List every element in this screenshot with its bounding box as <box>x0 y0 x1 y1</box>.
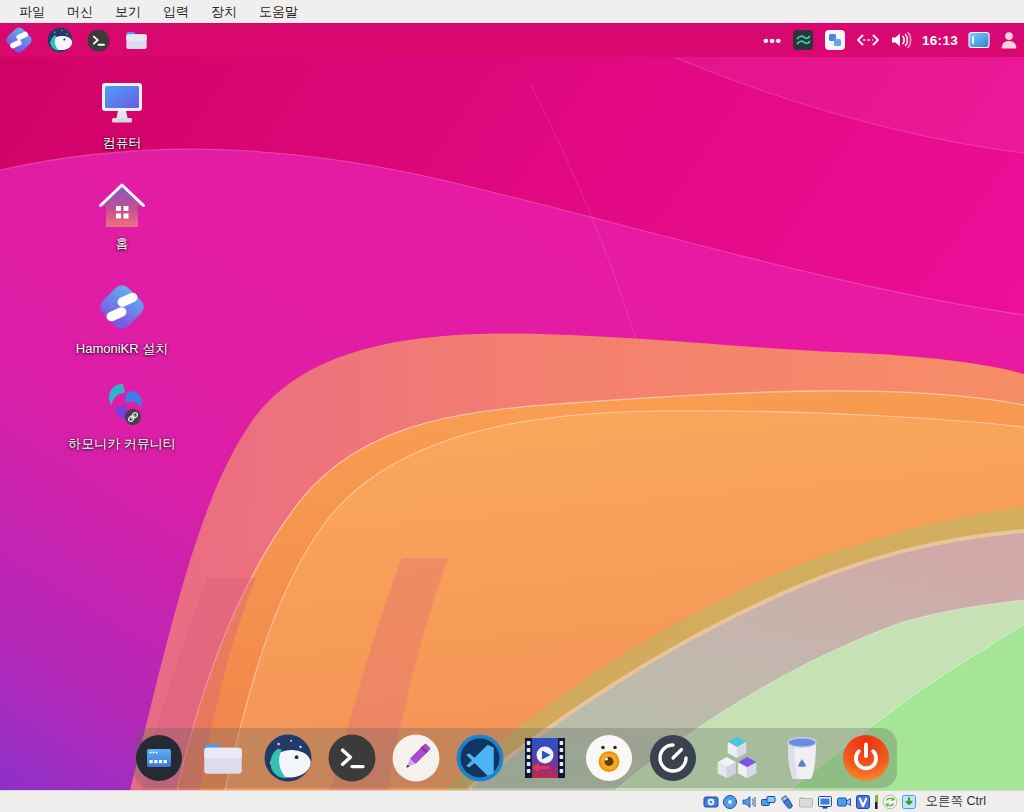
hamonikr-menu-button[interactable] <box>4 25 34 55</box>
status-shared-folders-icon[interactable] <box>798 794 814 810</box>
status-recording-icon[interactable] <box>836 794 852 810</box>
dock-power[interactable] <box>841 730 891 786</box>
desktop-icon-label: 하모니카 커뮤니티 <box>62 435 182 453</box>
status-keyboard-capture-icon[interactable] <box>901 794 917 810</box>
menu-devices[interactable]: 장치 <box>200 0 248 23</box>
terminal-launcher[interactable] <box>86 28 111 53</box>
dock-vscode[interactable] <box>455 730 505 786</box>
dock-app-menu[interactable] <box>134 730 184 786</box>
status-indicator-separator <box>874 794 879 810</box>
top-panel: ••• <box>0 23 1024 57</box>
dock-files[interactable] <box>198 730 248 786</box>
desktop-icon-community[interactable]: 하모니카 커뮤니티 <box>62 380 182 453</box>
hancom-office-icon[interactable] <box>824 29 846 51</box>
status-audio-icon[interactable] <box>741 794 757 810</box>
vm-desktop: ••• <box>0 23 1024 790</box>
volume-icon[interactable] <box>890 31 912 49</box>
status-usb-icon[interactable] <box>779 794 795 810</box>
vbox-menubar: 파일 머신 보기 입력 장치 도움말 <box>0 0 1024 23</box>
menu-input[interactable]: 입력 <box>152 0 200 23</box>
dock-package-manager[interactable] <box>712 730 762 786</box>
dock-text-editor[interactable] <box>391 730 441 786</box>
dock-smplayer[interactable] <box>520 730 570 786</box>
status-mouse-integration-icon[interactable] <box>882 794 898 810</box>
dock-whale-browser[interactable] <box>263 730 313 786</box>
display-settings-icon[interactable] <box>968 31 990 49</box>
whale-browser-launcher[interactable] <box>46 26 74 54</box>
status-virtualization-icon[interactable] <box>855 794 871 810</box>
user-icon[interactable] <box>1000 31 1018 49</box>
vbox-statusbar: 오른쪽 Ctrl <box>0 790 1024 812</box>
desktop-icon-home[interactable]: 홈 <box>62 180 182 253</box>
clock[interactable]: 16:13 <box>922 33 958 48</box>
nimf-input-icon[interactable] <box>792 29 814 51</box>
desktop-icon-computer[interactable]: 컴퓨터 <box>62 82 182 152</box>
status-hard-disks-icon[interactable] <box>703 794 719 810</box>
dock-audio-player[interactable] <box>584 730 634 786</box>
status-display-icon[interactable] <box>817 794 833 810</box>
dock <box>134 728 897 788</box>
virtualbox-window: 파일 머신 보기 입력 장치 도움말 <box>0 0 1024 812</box>
desktop-icon-label: 홈 <box>62 235 182 253</box>
network-icon[interactable] <box>856 32 880 48</box>
desktop-icon-label: HamoniKR 설치 <box>62 340 182 358</box>
dock-trash[interactable] <box>777 730 827 786</box>
menu-help[interactable]: 도움말 <box>248 0 309 23</box>
files-launcher[interactable] <box>123 27 150 54</box>
tray-overflow-button[interactable]: ••• <box>763 32 782 49</box>
desktop-icon-label: 컴퓨터 <box>62 134 182 152</box>
status-optical-drives-icon[interactable] <box>722 794 738 810</box>
dock-terminal[interactable] <box>327 730 377 786</box>
menu-machine[interactable]: 머신 <box>56 0 104 23</box>
dock-system-monitor[interactable] <box>648 730 698 786</box>
status-network-icon[interactable] <box>760 794 776 810</box>
menu-file[interactable]: 파일 <box>8 0 56 23</box>
menu-view[interactable]: 보기 <box>104 0 152 23</box>
host-key-label: 오른쪽 Ctrl <box>926 793 986 810</box>
desktop-icon-hamonikr-install[interactable]: HamoniKR 설치 <box>62 281 182 358</box>
